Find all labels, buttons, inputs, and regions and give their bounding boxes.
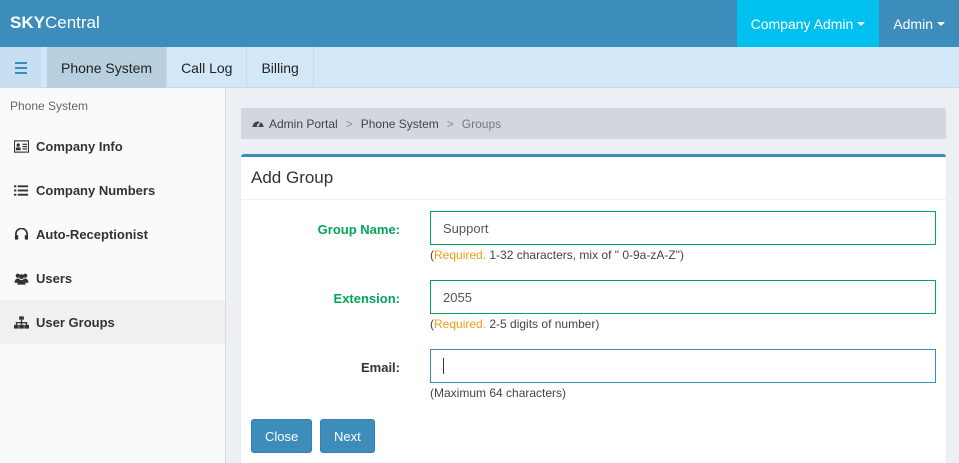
email-input[interactable] [430,349,936,383]
tab-billing[interactable]: Billing [247,47,314,88]
breadcrumb-phone-system[interactable]: Phone System [361,117,439,131]
sidebar-item-label: Auto-Receptionist [36,226,148,242]
sidebar-item-company-info[interactable]: Company Info [0,124,225,168]
email-label: Email: [360,360,400,375]
admin-dropdown[interactable]: Admin [879,0,959,47]
sidebar-item-label: User Groups [36,314,115,330]
caret-down-icon [857,21,866,26]
breadcrumb-separator: > [345,116,353,131]
add-group-panel: Add Group Group Name: Support (Required.… [241,154,946,463]
module-tabbar: Phone System Call Log Billing [0,47,959,88]
panel-title: Add Group [241,157,946,200]
users-icon [13,271,29,285]
company-admin-dropdown[interactable]: Company Admin [736,0,880,47]
brand-rest: Central [44,13,100,32]
group-name-label: Group Name: [317,222,400,237]
email-help: (Maximum 64 characters) [430,386,567,400]
dashboard-icon [252,118,264,130]
extension-help: (Required. 2-5 digits of number) [430,317,600,331]
sidebar-item-label: Company Numbers [36,182,156,198]
sidebar-item-company-numbers[interactable]: Company Numbers [0,168,225,212]
next-button[interactable]: Next [320,419,375,453]
brand-logo[interactable]: SKYCentral [10,13,100,33]
sidebar-item-user-groups[interactable]: User Groups [0,300,225,344]
text-cursor [443,358,444,374]
close-button[interactable]: Close [251,419,313,453]
group-name-help: (Required. 1-32 characters, mix of " 0-9… [430,248,684,262]
menu-toggle-icon[interactable] [0,47,41,88]
extension-value: 2055 [443,289,472,305]
tab-phone-system[interactable]: Phone System [47,47,168,88]
group-name-input[interactable]: Support [430,211,936,245]
nav-right: Company Admin Admin [736,0,959,47]
list-icon [13,183,29,197]
caret-down-icon [937,21,945,26]
extension-help-text: 2-5 digits of number) [486,317,600,331]
group-name-help-text: 1-32 characters, mix of " 0-9a-zA-Z") [486,248,684,262]
sidebar: Phone System Company Info Company Number… [0,88,226,463]
breadcrumb-admin-portal[interactable]: Admin Portal [269,117,338,131]
extension-label: Extension: [333,291,400,306]
breadcrumb-separator: > [446,116,454,131]
admin-label: Admin [893,15,933,32]
required-label: Required. [434,248,487,262]
sidebar-item-label: Users [36,270,73,286]
top-navbar: SKYCentral Company Admin Admin [0,0,959,47]
sidebar-item-auto-receptionist[interactable]: Auto-Receptionist [0,212,225,256]
brand-bold: SKY [10,13,45,32]
group-name-value: Support [443,220,489,236]
id-card-icon [13,139,29,153]
headset-icon [13,227,29,241]
required-label: Required. [434,317,487,331]
sidebar-item-users[interactable]: Users [0,256,225,300]
sidebar-header: Phone System [10,99,89,113]
module-tabs: Phone System Call Log Billing [47,47,314,88]
breadcrumb-groups: Groups [461,116,502,131]
sidebar-item-label: Company Info [36,138,123,154]
sitemap-icon [13,315,29,329]
breadcrumb: Admin Portal > Phone System > Groups [241,108,946,139]
extension-input[interactable]: 2055 [430,280,936,314]
company-admin-label: Company Admin [750,15,854,32]
tab-call-log[interactable]: Call Log [167,47,248,88]
